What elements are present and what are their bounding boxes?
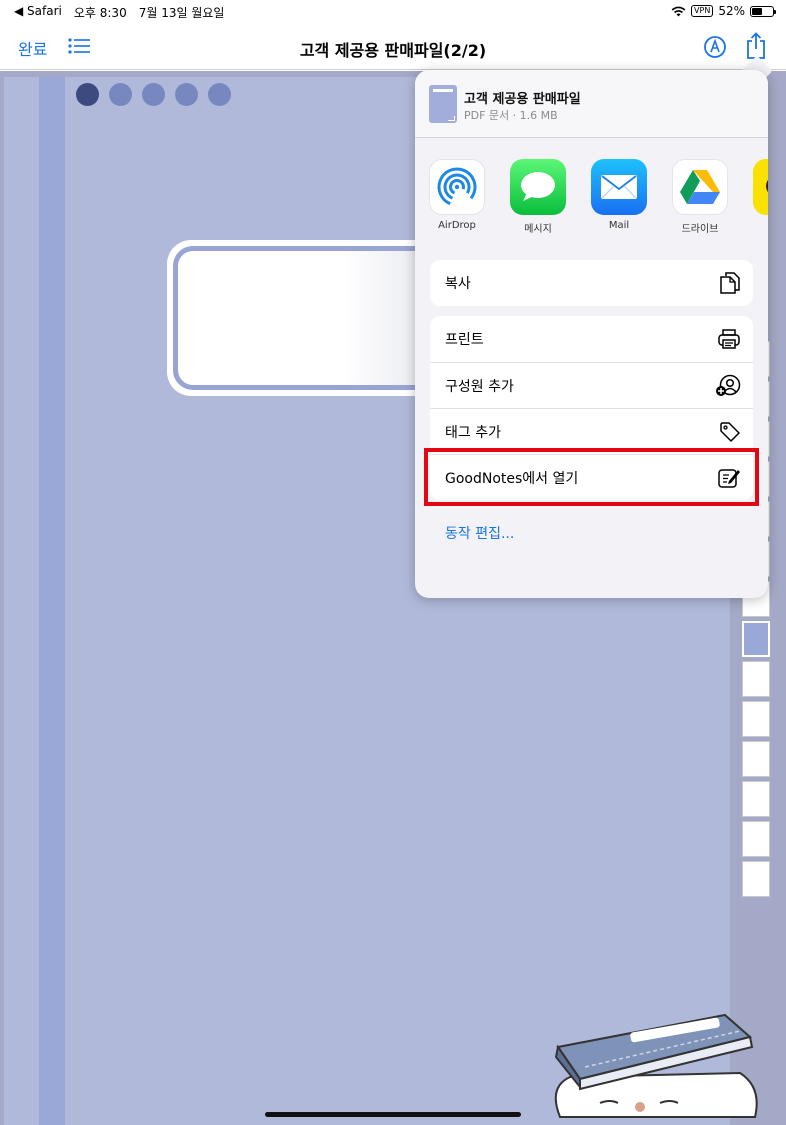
add-member-action[interactable]: 구성원 추가 [430,362,753,408]
status-date: 7월 13일 월요일 [138,6,225,20]
share-apps-row: AirDrop 메시지 Mail 드라이브 [429,159,768,235]
actions-group: 프린트 구성원 추가 태그 추가 GoodNotes에서 열기 [424,316,759,506]
share-app-mail[interactable]: Mail [591,159,647,235]
page-thumbnail[interactable] [742,861,770,897]
page-thumbnail-selected[interactable] [742,621,770,657]
share-app-drive[interactable]: 드라이브 [672,159,728,235]
airdrop-icon[interactable] [429,159,485,215]
mail-icon[interactable] [591,159,647,215]
wifi-icon [671,6,686,16]
nav-bar: 완료 고객 제공용 판매파일(2/2) [0,24,786,70]
document-title: 고객 제공용 판매파일(2/2) [299,41,487,60]
page-dot [175,83,198,106]
goodnotes-icon [718,468,740,488]
page-dots [76,83,231,106]
share-app-kakaotalk[interactable]: 카 [753,159,768,235]
page-thumbnail[interactable] [742,701,770,737]
printer-icon [718,329,740,349]
status-bar: ◀ Safari 오후 8:30 7월 13일 월요일 VPN 52% [0,0,786,24]
battery-percent: 52% [718,4,745,18]
page-dot [109,83,132,106]
app-label: Mail [608,220,630,231]
share-app-airdrop[interactable]: AirDrop [429,159,485,235]
copy-icon [720,272,740,294]
share-sheet-header: 고객 제공용 판매파일 PDF 문서 · 1.6 MB [415,70,768,138]
page-dot-active [76,83,99,106]
edit-actions-link[interactable]: 동작 편집... [445,523,514,543]
app-label: 드라이브 [681,224,719,235]
markup-icon[interactable] [703,35,727,63]
add-tag-action[interactable]: 태그 추가 [430,408,753,454]
app-label: AirDrop [438,220,476,231]
action-label: 복사 [445,276,471,292]
status-time: 오후 8:30 [73,6,127,20]
books-sticker-illustration [554,1013,758,1118]
home-indicator [265,1112,521,1117]
shared-file-meta: PDF 문서 · 1.6 MB [464,109,558,122]
page-thumbnail[interactable] [742,821,770,857]
share-app-messages[interactable]: 메시지 [510,159,566,235]
page-thumbnail[interactable] [742,741,770,777]
print-action[interactable]: 프린트 [430,316,753,362]
google-drive-icon[interactable] [672,159,728,215]
action-label: GoodNotes에서 열기 [445,470,579,487]
shared-file-name: 고객 제공용 판매파일 [464,92,581,107]
page-thumbnail[interactable] [742,781,770,817]
page-binding-strip [39,77,65,1125]
share-sheet: 고객 제공용 판매파일 PDF 문서 · 1.6 MB AirDrop 메시지 … [415,70,768,598]
action-label: 구성원 추가 [445,378,514,395]
pdf-file-icon [429,85,457,123]
page-dot [208,83,231,106]
copy-action[interactable]: 복사 [430,260,753,306]
page-dot [142,83,165,106]
tag-icon [720,421,740,442]
back-to-app-link[interactable]: ◀ Safari [14,4,62,21]
kakaotalk-icon[interactable] [753,159,768,215]
action-label: 태그 추가 [445,424,501,441]
vpn-badge: VPN [691,5,714,17]
app-label: 카 [753,220,768,235]
messages-icon[interactable] [510,159,566,215]
battery-icon [750,5,776,17]
open-in-goodnotes-action[interactable]: GoodNotes에서 열기 [424,448,759,506]
app-label: 메시지 [524,224,552,235]
add-person-icon [716,374,741,396]
action-label: 프린트 [445,332,484,348]
page-thumbnail[interactable] [742,661,770,697]
copy-group: 복사 [430,260,753,306]
